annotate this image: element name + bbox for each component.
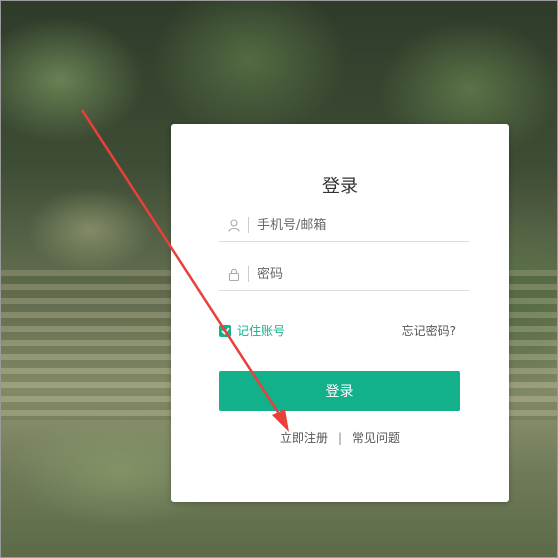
user-icon: [225, 217, 243, 233]
login-card: 登录 记住账号 忘记密码? 登录 立即注册|常见: [171, 124, 509, 502]
field-divider: [248, 217, 249, 233]
register-link[interactable]: 立即注册: [280, 431, 328, 445]
login-title: 登录: [322, 176, 358, 197]
lock-icon: [225, 266, 243, 282]
faq-link[interactable]: 常见问题: [352, 431, 400, 445]
password-field[interactable]: [219, 258, 469, 291]
login-button[interactable]: 登录: [219, 371, 460, 411]
link-divider: |: [337, 431, 343, 445]
username-input[interactable]: [257, 217, 469, 233]
username-field[interactable]: [219, 209, 469, 242]
password-input[interactable]: [257, 266, 469, 282]
remember-account-toggle[interactable]: 记住账号: [219, 322, 285, 339]
forgot-password-link[interactable]: 忘记密码?: [402, 322, 456, 339]
remember-account-label: 记住账号: [237, 324, 286, 338]
footer-links: 立即注册 | 常见问题: [171, 429, 509, 446]
field-divider: [248, 266, 249, 282]
checkbox-checked-icon[interactable]: [219, 324, 231, 337]
